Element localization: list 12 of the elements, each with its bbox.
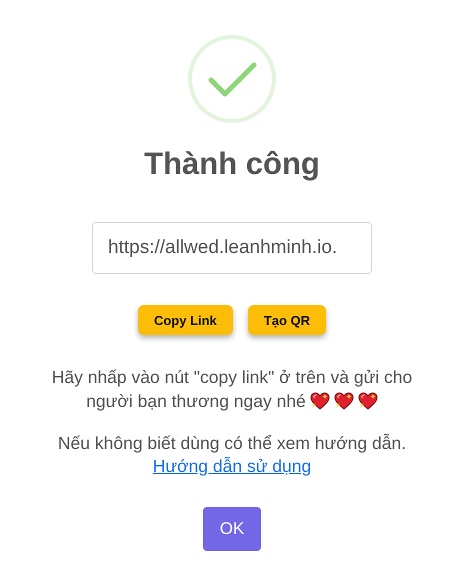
sparkling-heart-icon [310,392,330,410]
link-field[interactable]: https://allwed.leanhminh.io. [92,222,372,274]
success-check-icon [187,34,277,124]
create-qr-button[interactable]: Tạo QR [248,305,326,335]
instruction-text: Hãy nhấp vào nút "copy link" ở trên và gửi cho người bạn thương ngay nhé [50,366,414,413]
sparkling-heart-icon [334,392,354,410]
guide-link[interactable]: Hướng dẫn sử dụng [152,455,312,477]
ok-button[interactable]: OK [203,507,261,551]
dialog-title: Thành công [144,146,320,182]
help-text: Nếu không biết dùng có thể xem hướng dẫn. [58,432,406,455]
sparkling-heart-icon [358,392,378,410]
copy-link-button[interactable]: Copy Link [138,305,233,335]
